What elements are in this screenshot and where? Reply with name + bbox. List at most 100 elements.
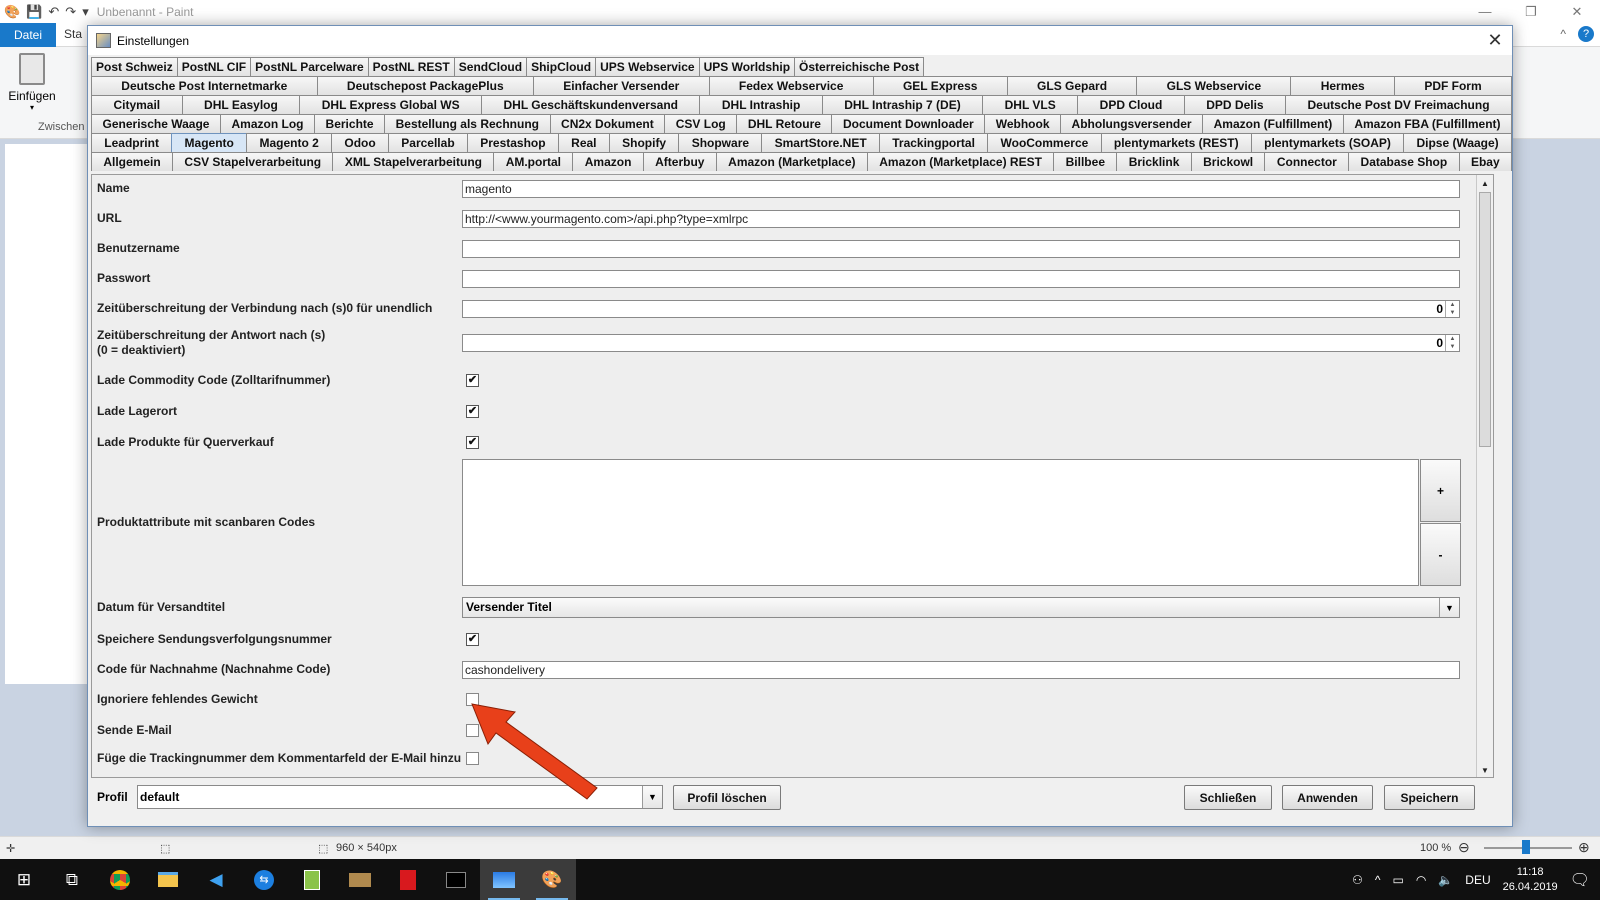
tab-dhl-intraship[interactable]: DHL Intraship	[699, 95, 823, 114]
redo-icon[interactable]: ↷	[65, 4, 76, 20]
file-explorer-icon[interactable]	[144, 859, 192, 900]
tab-post-schweiz[interactable]: Post Schweiz	[91, 57, 178, 76]
package-icon[interactable]	[336, 859, 384, 900]
language-indicator[interactable]: DEU	[1465, 873, 1490, 887]
spinner-arrows-icon[interactable]: ▲ ▼	[1445, 335, 1459, 351]
chevron-down-icon[interactable]: ▼	[642, 786, 662, 808]
tab-gls-webservice[interactable]: GLS Webservice	[1136, 76, 1292, 95]
terminal-icon[interactable]	[432, 859, 480, 900]
add-attribute-button[interactable]: +	[1420, 459, 1461, 522]
delete-profile-button[interactable]: Profil löschen	[673, 785, 781, 810]
tab-generische-waage[interactable]: Generische Waage	[91, 114, 221, 133]
acrobat-icon[interactable]	[384, 859, 432, 900]
close-button[interactable]: Schließen	[1184, 785, 1272, 810]
tab-amazon[interactable]: Amazon	[572, 152, 644, 171]
lagerort-checkbox[interactable]: ✔	[466, 405, 479, 418]
tracking-number-checkbox[interactable]: ✔	[466, 633, 479, 646]
customize-icon[interactable]: ▾	[82, 4, 89, 20]
response-timeout-spinner[interactable]: 0 ▲ ▼	[462, 334, 1460, 352]
tab-parcellab[interactable]: Parcellab	[388, 133, 468, 152]
tab-datei[interactable]: Datei	[0, 23, 56, 47]
people-icon[interactable]: ⚇	[1352, 873, 1363, 887]
clock[interactable]: 11:18 26.04.2019	[1503, 865, 1558, 895]
tab-shopware[interactable]: Shopware	[678, 133, 763, 152]
tab-xml-stapelverarbeitung[interactable]: XML Stapelverarbeitung	[332, 152, 495, 171]
show-hidden-icons[interactable]: ^	[1375, 873, 1381, 887]
tab-citymail[interactable]: Citymail	[91, 95, 183, 114]
notifications-icon[interactable]: 🗨	[1570, 870, 1590, 890]
tab-connector[interactable]: Connector	[1264, 152, 1350, 171]
send-email-checkbox[interactable]	[466, 724, 479, 737]
tab-ups-worldship[interactable]: UPS Worldship	[698, 57, 796, 76]
product-attributes-list[interactable]	[462, 459, 1419, 586]
save-icon[interactable]: 💾	[26, 4, 42, 20]
querverkauf-checkbox[interactable]: ✔	[466, 436, 479, 449]
tab-billbee[interactable]: Billbee	[1053, 152, 1118, 171]
tab-amazon-fulfillment[interactable]: Amazon (Fulfillment)	[1202, 114, 1344, 133]
tab-webhook[interactable]: Webhook	[984, 114, 1062, 133]
tab-pdf-form[interactable]: PDF Form	[1394, 76, 1512, 95]
tab-database-shop[interactable]: Database Shop	[1348, 152, 1460, 171]
tab-woocommerce[interactable]: WooCommerce	[987, 133, 1102, 152]
tab-bestellung-als-rechnung[interactable]: Bestellung als Rechnung	[384, 114, 551, 133]
username-input[interactable]	[462, 240, 1460, 258]
help-icon[interactable]: ?	[1578, 26, 1594, 42]
tab-shopify[interactable]: Shopify	[608, 133, 680, 152]
tab-hermes[interactable]: Hermes	[1290, 76, 1396, 95]
tracking-comment-checkbox[interactable]	[466, 752, 479, 765]
tab-sendcloud[interactable]: SendCloud	[453, 57, 528, 76]
tab-smartstore-net[interactable]: SmartStore.NET	[761, 133, 880, 152]
undo-icon[interactable]: ↶	[48, 4, 59, 20]
maximize-button[interactable]: ❐	[1508, 0, 1554, 23]
network-icon[interactable]: ◠	[1416, 873, 1426, 887]
chrome-icon[interactable]	[96, 859, 144, 900]
volume-icon[interactable]: 🔈	[1438, 873, 1453, 887]
apply-button[interactable]: Anwenden	[1282, 785, 1373, 810]
tab-deutsche-post-internetmarke[interactable]: Deutsche Post Internetmarke	[91, 76, 318, 95]
tab-amazon-log[interactable]: Amazon Log	[219, 114, 316, 133]
tab-trackingportal[interactable]: Trackingportal	[878, 133, 989, 152]
close-window-button[interactable]: ✕	[1554, 0, 1600, 23]
teamviewer-icon[interactable]: ⇆	[240, 859, 288, 900]
tab-postnl-rest[interactable]: PostNL REST	[367, 57, 455, 76]
datum-versandtitel-select[interactable]: Versender Titel ▼	[462, 597, 1460, 618]
notepadpp-icon[interactable]	[288, 859, 336, 900]
tab-ebay[interactable]: Ebay	[1458, 152, 1512, 171]
scrollbar-thumb[interactable]	[1479, 192, 1491, 447]
collapse-ribbon-icon[interactable]: ^	[1560, 27, 1566, 41]
tab-cn2x-dokument[interactable]: CN2x Dokument	[549, 114, 666, 133]
tab-csv-stapelverarbeitung[interactable]: CSV Stapelverarbeitung	[172, 152, 334, 171]
tab-dipse-waage[interactable]: Dipse (Waage)	[1403, 133, 1512, 152]
zoom-in-icon[interactable]: ⊕	[1578, 839, 1590, 856]
tab-plentymarkets-rest[interactable]: plentymarkets (REST)	[1100, 133, 1252, 152]
vscode-icon[interactable]: ◀	[192, 859, 240, 900]
paste-button[interactable]: Einfügen ▾	[6, 53, 58, 112]
photos-icon[interactable]	[480, 859, 528, 900]
tab-shipcloud[interactable]: ShipCloud	[526, 57, 597, 76]
save-button[interactable]: Speichern	[1384, 785, 1475, 810]
task-view-icon[interactable]: ⧉	[48, 859, 96, 900]
remove-attribute-button[interactable]: -	[1420, 523, 1461, 586]
zoom-out-icon[interactable]: ⊖	[1458, 839, 1470, 856]
tab-österreichische-post[interactable]: Österreichische Post	[794, 57, 925, 76]
nachnahme-code-input[interactable]	[462, 661, 1460, 679]
url-input[interactable]	[462, 210, 1460, 228]
tab-einfacher-versender[interactable]: Einfacher Versender	[532, 76, 710, 95]
scroll-up-icon[interactable]: ▲	[1477, 175, 1493, 192]
paint-taskbar-icon[interactable]: 🎨	[528, 859, 576, 900]
tab-ups-webservice[interactable]: UPS Webservice	[595, 57, 700, 76]
tab-bricklink[interactable]: Bricklink	[1116, 152, 1192, 171]
spinner-arrows-icon[interactable]: ▲ ▼	[1445, 301, 1459, 317]
commodity-code-checkbox[interactable]: ✔	[466, 374, 479, 387]
battery-icon[interactable]: ▭	[1393, 873, 1404, 887]
tab-odoo[interactable]: Odoo	[331, 133, 389, 152]
minimize-button[interactable]: —	[1462, 0, 1508, 23]
tab-dhl-geschäftskundenversand[interactable]: DHL Geschäftskundenversand	[481, 95, 701, 114]
tab-document-downloader[interactable]: Document Downloader	[831, 114, 986, 133]
tab-postnl-cif[interactable]: PostNL CIF	[176, 57, 252, 76]
tab-dpd-cloud[interactable]: DPD Cloud	[1077, 95, 1185, 114]
paint-canvas[interactable]	[5, 144, 91, 684]
tab-afterbuy[interactable]: Afterbuy	[642, 152, 717, 171]
tab-dhl-vls[interactable]: DHL VLS	[982, 95, 1079, 114]
tab-prestashop[interactable]: Prestashop	[466, 133, 559, 152]
